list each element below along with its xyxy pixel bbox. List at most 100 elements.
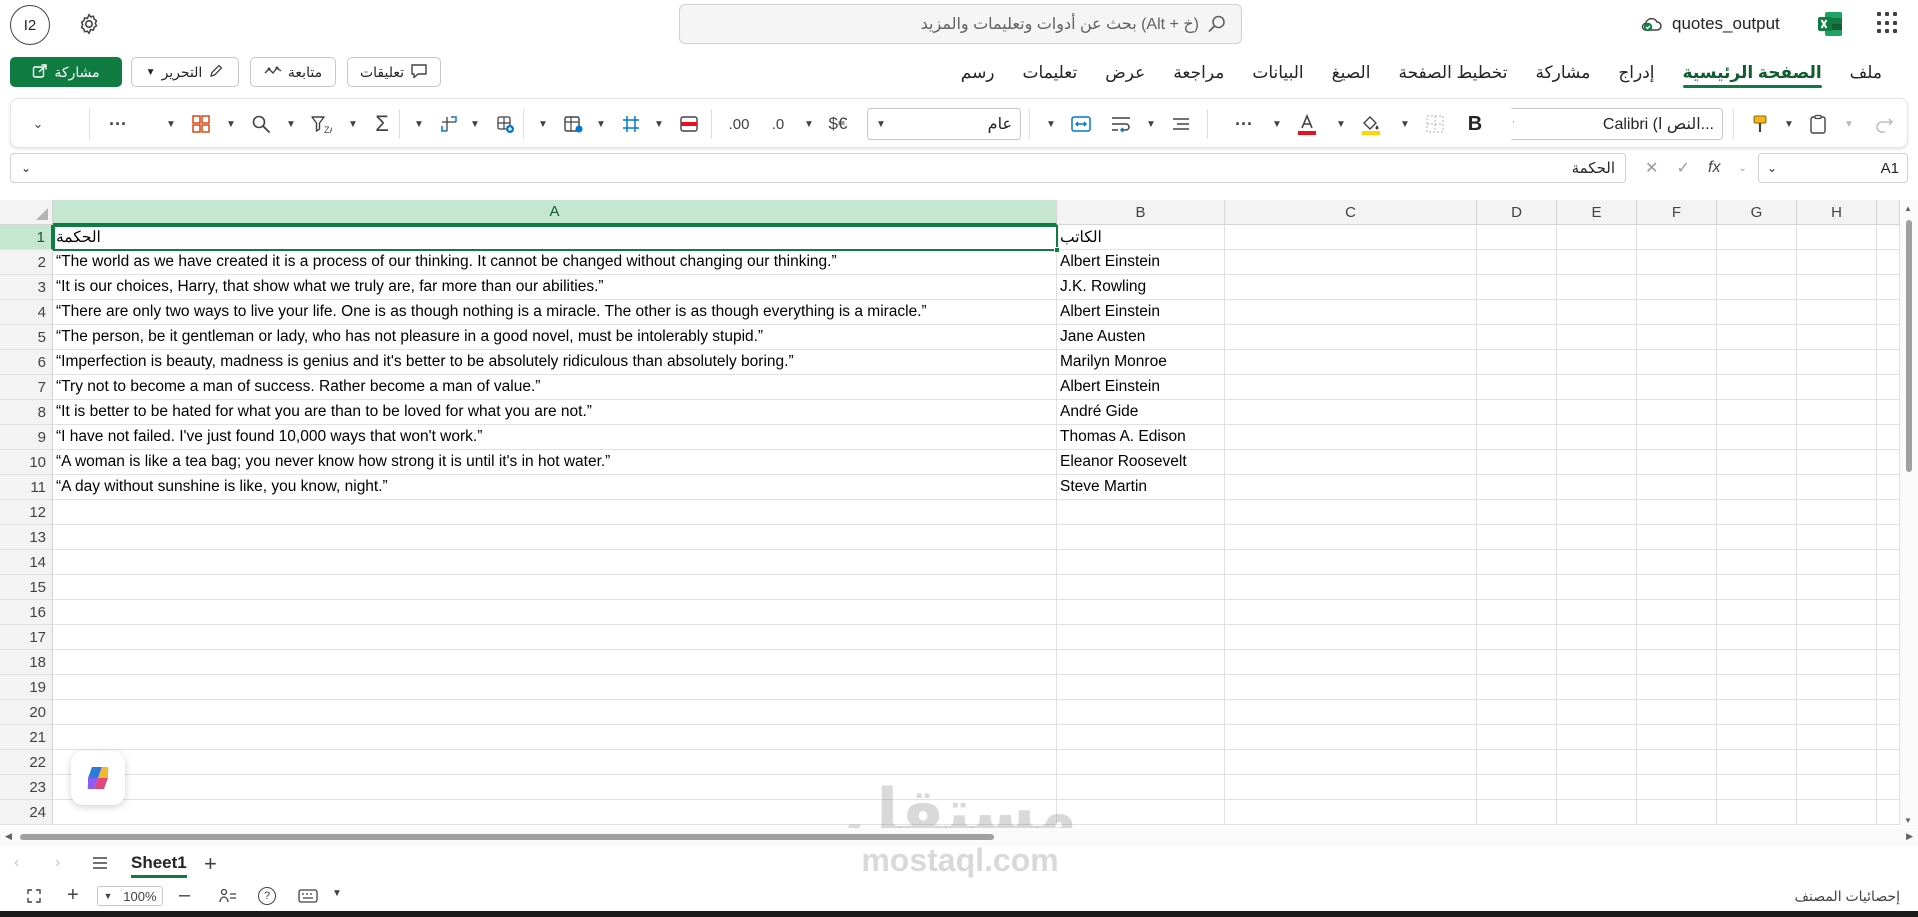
- cell[interactable]: [1877, 350, 1900, 375]
- cell[interactable]: [1637, 250, 1717, 275]
- row-header[interactable]: 12: [0, 500, 53, 525]
- cell[interactable]: [53, 700, 1057, 725]
- chevron-down-icon[interactable]: ▼: [535, 111, 551, 137]
- cell[interactable]: [1557, 400, 1637, 425]
- cell[interactable]: [1557, 225, 1637, 250]
- cell[interactable]: [1877, 225, 1900, 250]
- comments-button[interactable]: تعليقات: [347, 57, 441, 87]
- scroll-down-icon[interactable]: ▼: [1904, 816, 1912, 825]
- cell[interactable]: [1877, 550, 1900, 575]
- paste-icon[interactable]: [1805, 111, 1831, 137]
- tab-page-layout[interactable]: تخطيط الصفحة: [1384, 52, 1521, 94]
- select-all-button[interactable]: [0, 200, 53, 225]
- cell[interactable]: [1225, 550, 1477, 575]
- row-header[interactable]: 22: [0, 750, 53, 775]
- cell[interactable]: [1637, 775, 1717, 800]
- cell[interactable]: [1557, 775, 1637, 800]
- cell[interactable]: [1637, 650, 1717, 675]
- cell[interactable]: [1797, 775, 1877, 800]
- cell[interactable]: [1477, 700, 1557, 725]
- cell[interactable]: [1225, 500, 1477, 525]
- scroll-up-icon[interactable]: ▲: [1904, 204, 1912, 213]
- cell[interactable]: [1557, 275, 1637, 300]
- cell[interactable]: [1637, 525, 1717, 550]
- cell[interactable]: [1225, 225, 1477, 250]
- column-header-b[interactable]: B: [1057, 200, 1225, 225]
- cell[interactable]: [1557, 800, 1637, 825]
- cell[interactable]: [1225, 400, 1477, 425]
- tab-formulas[interactable]: الصيغ: [1318, 52, 1385, 94]
- accessibility-icon[interactable]: [219, 888, 237, 907]
- chevron-down-icon[interactable]: ▼: [651, 111, 667, 137]
- quote-cell[interactable]: “I have not failed. I've just found 10,0…: [53, 425, 1057, 450]
- cell[interactable]: [1797, 625, 1877, 650]
- column-header-h[interactable]: H: [1797, 200, 1877, 225]
- cell[interactable]: [1477, 800, 1557, 825]
- row-header[interactable]: 21: [0, 725, 53, 750]
- quote-cell[interactable]: “Imperfection is beauty, madness is geni…: [53, 350, 1057, 375]
- cell[interactable]: [1797, 425, 1877, 450]
- tab-view[interactable]: عرض: [1091, 52, 1159, 94]
- keyboard-icon[interactable]: [298, 889, 318, 906]
- merge-cells-icon[interactable]: [1067, 111, 1095, 137]
- cell[interactable]: [1057, 700, 1225, 725]
- cell-styles-icon[interactable]: [559, 111, 587, 137]
- cell[interactable]: [1477, 650, 1557, 675]
- cell[interactable]: [1557, 500, 1637, 525]
- cell[interactable]: [1637, 350, 1717, 375]
- cell[interactable]: [1877, 375, 1900, 400]
- editing-mode-button[interactable]: ▼ التحرير: [131, 57, 239, 87]
- redo-icon[interactable]: [1871, 111, 1897, 137]
- chevron-down-icon[interactable]: ▼: [1043, 111, 1059, 137]
- workbook-statistics-button[interactable]: إحصائيات المصنف: [1794, 888, 1900, 905]
- cell[interactable]: [1225, 350, 1477, 375]
- cell[interactable]: [1557, 750, 1637, 775]
- cell[interactable]: [1717, 775, 1797, 800]
- cell[interactable]: [1877, 450, 1900, 475]
- cell[interactable]: [1717, 350, 1797, 375]
- quote-cell[interactable]: “It is our choices, Harry, that show wha…: [53, 275, 1057, 300]
- cell[interactable]: [53, 725, 1057, 750]
- author-cell[interactable]: Albert Einstein: [1057, 250, 1225, 275]
- row-header[interactable]: 15: [0, 575, 53, 600]
- cell[interactable]: [1877, 775, 1900, 800]
- scroll-right-icon[interactable]: ▶: [1906, 831, 1913, 842]
- cell[interactable]: [1717, 275, 1797, 300]
- cell[interactable]: [1557, 575, 1637, 600]
- cell[interactable]: [53, 600, 1057, 625]
- row-header[interactable]: 19: [0, 675, 53, 700]
- cell[interactable]: [1557, 475, 1637, 500]
- sheet-tab-sheet1[interactable]: Sheet1: [131, 850, 187, 878]
- cell[interactable]: [1877, 600, 1900, 625]
- cell[interactable]: [1557, 300, 1637, 325]
- currency-format-button[interactable]: $€: [823, 111, 853, 137]
- row-header[interactable]: 20: [0, 700, 53, 725]
- quote-cell[interactable]: “The person, be it gentleman or lady, wh…: [53, 325, 1057, 350]
- cell[interactable]: [1877, 250, 1900, 275]
- conditional-formatting-icon[interactable]: [675, 111, 703, 137]
- tab-insert[interactable]: إدراج: [1604, 52, 1668, 94]
- cell[interactable]: [1225, 575, 1477, 600]
- cell[interactable]: [1477, 625, 1557, 650]
- cell[interactable]: [1797, 550, 1877, 575]
- zoom-select[interactable]: ▼ 100%: [97, 886, 163, 906]
- row-header[interactable]: 24: [0, 800, 53, 825]
- cell[interactable]: [1637, 625, 1717, 650]
- chevron-down-icon[interactable]: ▼: [1333, 111, 1349, 137]
- row-header[interactable]: 2: [0, 250, 53, 275]
- fullscreen-icon[interactable]: [26, 888, 42, 907]
- author-cell[interactable]: Albert Einstein: [1057, 375, 1225, 400]
- all-sheets-menu-icon[interactable]: [92, 856, 108, 875]
- cell[interactable]: [53, 750, 1057, 775]
- cell[interactable]: [1797, 800, 1877, 825]
- cell[interactable]: [1717, 300, 1797, 325]
- row-header[interactable]: 23: [0, 775, 53, 800]
- cell[interactable]: [1225, 650, 1477, 675]
- cell[interactable]: [1717, 800, 1797, 825]
- spreadsheet-grid[interactable]: A B C D E F G H 1 2 3 4 5 6 7 8 9 10 11 …: [0, 200, 1918, 827]
- chevron-down-icon[interactable]: ▼: [283, 111, 299, 137]
- cell[interactable]: [1877, 650, 1900, 675]
- author-cell[interactable]: André Gide: [1057, 400, 1225, 425]
- cell[interactable]: [1877, 325, 1900, 350]
- cell[interactable]: [1477, 425, 1557, 450]
